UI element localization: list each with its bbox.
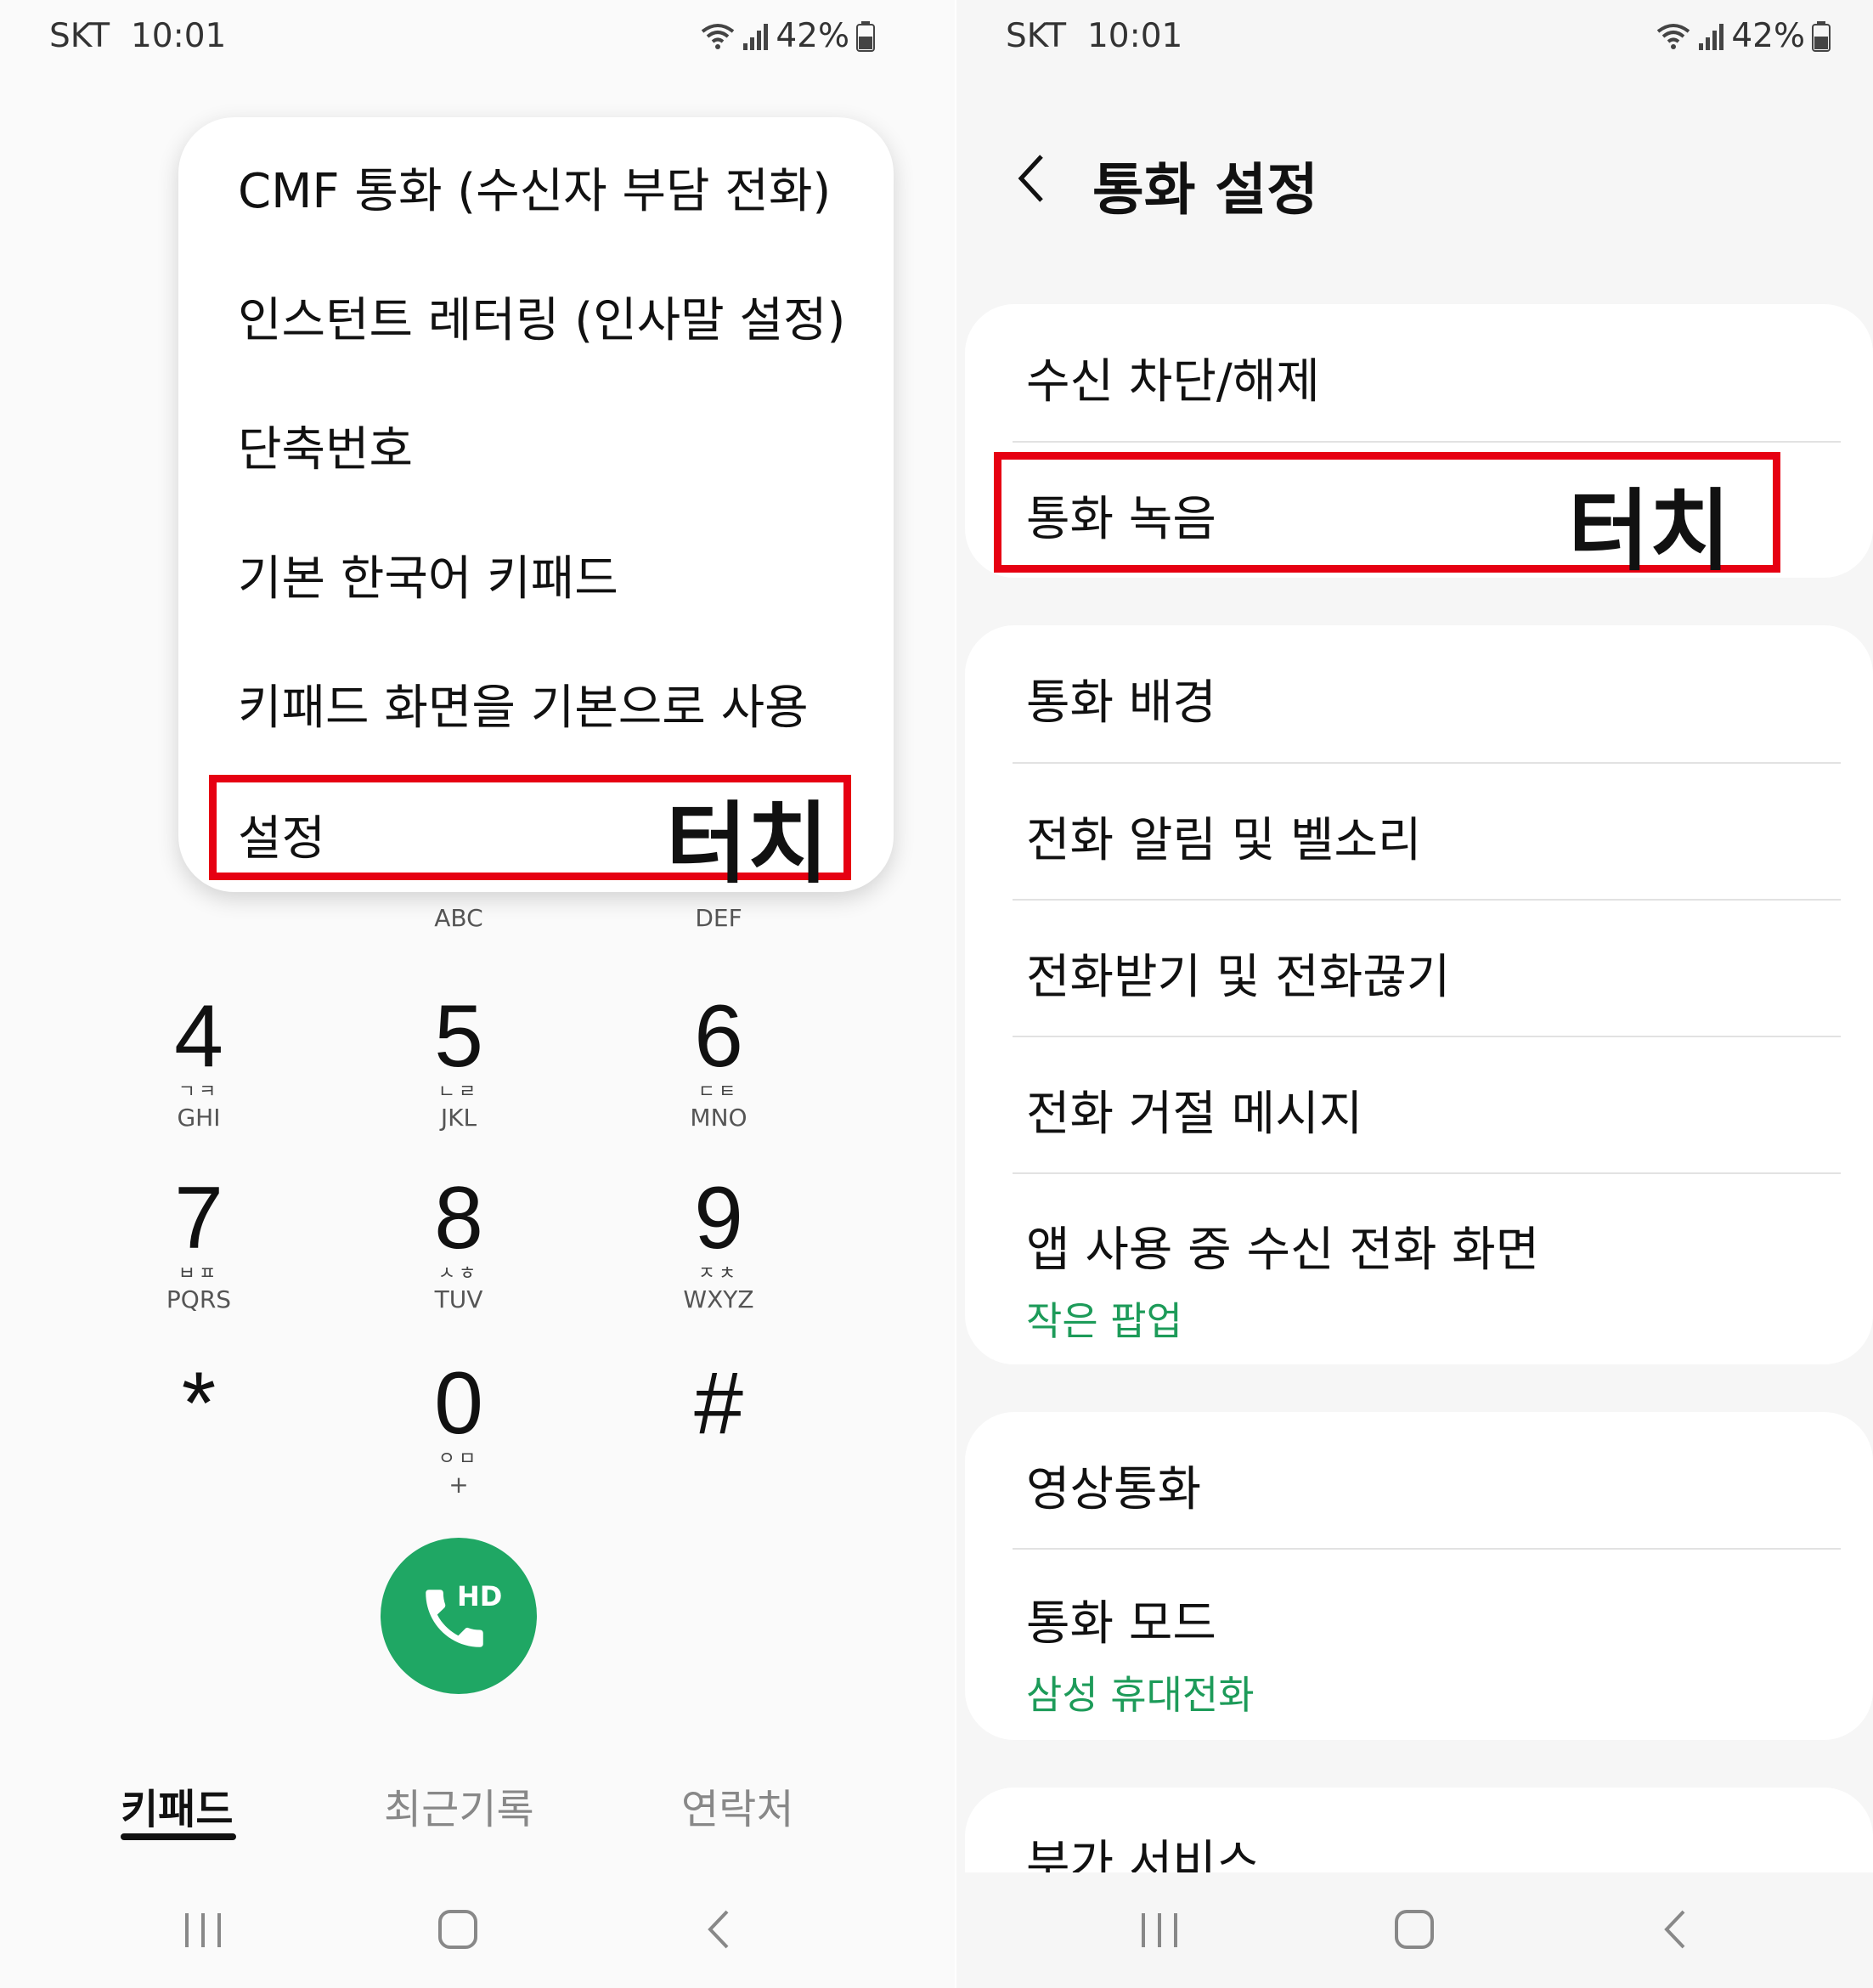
setting-video-call[interactable]: 영상통화	[1026, 1451, 1201, 1520]
call-button[interactable]: HD	[381, 1538, 537, 1694]
back-arrow-icon[interactable]	[1014, 151, 1048, 206]
setting-supplementary-services[interactable]: 부가 서비스	[1026, 1825, 1260, 1872]
active-tab-indicator	[121, 1833, 236, 1840]
tab-keypad[interactable]: 키패드	[121, 1776, 233, 1835]
key-4[interactable]: 4 ㄱㅋ GHI	[105, 992, 292, 1132]
hd-badge: HD	[457, 1580, 503, 1612]
recent-apps-icon[interactable]	[1138, 1903, 1181, 1954]
home-icon[interactable]	[437, 1903, 481, 1954]
system-navbar	[0, 1903, 955, 1963]
status-carrier-time: SKT 10:01	[49, 17, 227, 55]
key-hash[interactable]: #	[625, 1359, 812, 1448]
battery-icon	[856, 20, 875, 52]
key-0[interactable]: 0 ㅇㅁ +	[365, 1359, 552, 1499]
key-star[interactable]: *	[105, 1359, 292, 1448]
page-title: 통화 설정	[1092, 157, 1318, 223]
setting-call-background[interactable]: 통화 배경	[1026, 664, 1216, 733]
key-9[interactable]: 9 ㅈㅊ WXYZ	[625, 1174, 812, 1313]
setting-call-blocking[interactable]: 수신 차단/해제	[1026, 343, 1320, 412]
key-8[interactable]: 8 ㅅㅎ TUV	[365, 1174, 552, 1313]
menu-item-instant-lettering[interactable]: 인스턴트 레터링 (인사말 설정)	[238, 282, 845, 351]
tab-recents[interactable]: 최근기록	[384, 1776, 534, 1835]
back-nav-icon[interactable]	[702, 1903, 736, 1954]
battery-percent: 42%	[776, 17, 849, 55]
key-2-letters: ABC	[434, 904, 483, 932]
setting-reject-message[interactable]: 전화 거절 메시지	[1026, 1076, 1362, 1144]
settings-card-alerts: 통화 배경 전화 알림 및 벨소리 전화받기 및 전화끊기 전화 거절 메시지 …	[965, 625, 1873, 1364]
system-navbar	[956, 1903, 1873, 1963]
tab-contacts[interactable]: 연락처	[681, 1776, 793, 1835]
status-carrier-time: SKT 10:01	[1006, 17, 1183, 55]
menu-item-korean-keypad[interactable]: 기본 한국어 키패드	[238, 540, 618, 609]
settings-card-video: 영상통화 통화 모드 삼성 휴대전화	[965, 1412, 1873, 1740]
menu-item-cmf-call[interactable]: CMF 통화 (수신자 부담 전화)	[238, 153, 831, 222]
setting-value: 삼성 휴대전화	[1026, 1672, 1255, 1718]
battery-percent: 42%	[1731, 17, 1805, 55]
setting-value: 작은 팝업	[1026, 1298, 1182, 1344]
menu-item-keypad-default[interactable]: 키패드 화면을 기본으로 사용	[238, 669, 809, 738]
battery-icon	[1812, 20, 1831, 52]
signal-icon	[1699, 23, 1724, 50]
settings-card-extra: 부가 서비스	[965, 1788, 1873, 1872]
key-7[interactable]: 7 ㅂㅍ PQRS	[105, 1174, 292, 1313]
setting-call-mode[interactable]: 통화 모드 삼성 휴대전화	[1026, 1585, 1255, 1720]
key-3-letters: DEF	[695, 904, 742, 932]
setting-incoming-call-display[interactable]: 앱 사용 중 수신 전화 화면 작은 팝업	[1026, 1211, 1539, 1347]
recent-apps-icon[interactable]	[182, 1903, 224, 1954]
key-5[interactable]: 5 ㄴㄹ JKL	[365, 992, 552, 1132]
setting-answer-end[interactable]: 전화받기 및 전화끊기	[1026, 939, 1450, 1008]
status-bar: SKT 10:01 42%	[0, 12, 955, 63]
signal-icon	[743, 23, 769, 50]
home-icon[interactable]	[1393, 1903, 1437, 1954]
back-nav-icon[interactable]	[1658, 1903, 1692, 1954]
status-bar: SKT 10:01 42%	[956, 12, 1873, 63]
touch-annotation: 터치	[666, 792, 829, 895]
dialer-panel: SKT 10:01 42% ABC DEF 4 ㄱㅋ GHI 5 ㄴㄹ JKL …	[0, 0, 955, 1988]
setting-ringtone[interactable]: 전화 알림 및 벨소리	[1026, 802, 1422, 871]
menu-item-speed-dial[interactable]: 단축번호	[238, 411, 413, 480]
touch-annotation: 터치	[1568, 479, 1731, 583]
key-6[interactable]: 6 ㄷㅌ MNO	[625, 992, 812, 1132]
wifi-icon	[702, 23, 735, 49]
wifi-icon	[1657, 23, 1690, 49]
call-settings-panel: SKT 10:01 42% 통화 설정 수신 차단/해제 통화 녹음 터치 통화…	[956, 0, 1873, 1988]
